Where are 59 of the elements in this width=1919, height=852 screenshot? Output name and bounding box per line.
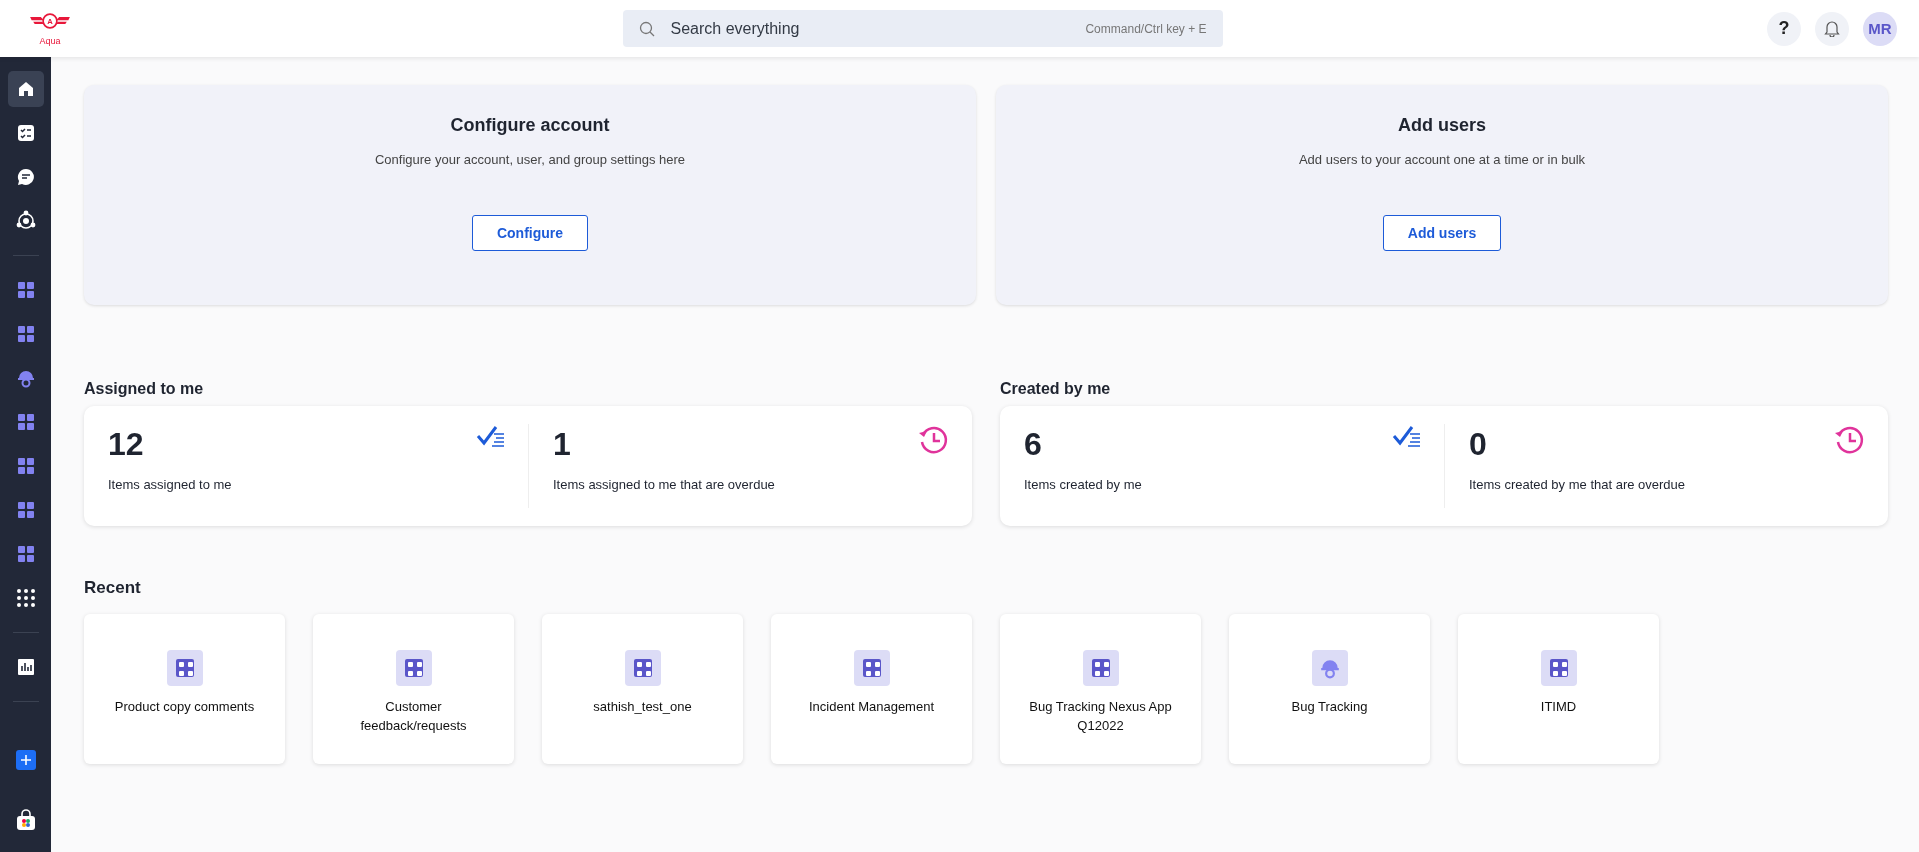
checklist-icon	[1392, 424, 1422, 448]
search-bar[interactable]: Search everything Command/Ctrl key + E	[622, 10, 1223, 47]
user-avatar[interactable]: MR	[1863, 11, 1897, 46]
grid-icon	[16, 545, 35, 563]
recent-app-card[interactable]: Customer feedback/requests	[313, 614, 514, 764]
stat-label: Items assigned to me that are overdue	[553, 477, 776, 492]
stat-value: 6	[1024, 426, 1042, 463]
card-description: Configure your account, user, and group settings here	[375, 152, 685, 167]
grid-icon	[16, 457, 35, 475]
card-button[interactable]: Configure	[471, 215, 589, 251]
grid-icon	[633, 659, 652, 677]
stat-value: 1	[553, 426, 571, 463]
recent-app-card[interactable]: Bug Tracking	[1229, 614, 1430, 764]
shortcut-hint: Command/Ctrl key + E	[1085, 21, 1207, 36]
card-title: Configure account	[450, 115, 610, 136]
recent-app-card[interactable]: Incident Management	[771, 614, 972, 764]
grid-icon	[404, 659, 423, 677]
checklist-icon	[476, 424, 506, 448]
stat-value: 12	[108, 426, 144, 463]
recent-app-card[interactable]: Bug Tracking Nexus App Q12022	[1000, 614, 1201, 764]
search-field[interactable]: Search everything	[668, 18, 1072, 39]
bell-icon	[1824, 20, 1840, 37]
card-description: Add users to your account one at a time or in bulk	[1298, 152, 1586, 167]
section-title: Created by me	[1000, 380, 1112, 398]
logo-text: Aqua	[39, 37, 61, 46]
sidebar-item[interactable]	[7, 71, 44, 107]
grid-icon	[16, 281, 35, 299]
grid-icon	[175, 659, 194, 677]
shopping-bag-icon	[15, 809, 36, 831]
card-button[interactable]: Add users	[1382, 215, 1502, 251]
stat-label: Items assigned to me	[108, 477, 233, 492]
home-icon	[16, 80, 35, 98]
help-button[interactable]: ?	[1767, 11, 1801, 46]
recent-app-card[interactable]: sathish_test_one	[542, 614, 743, 764]
grid-icon	[16, 325, 35, 343]
card-title: Add users	[1398, 115, 1486, 136]
recent-app-card[interactable]: Product copy comments	[84, 614, 285, 764]
notifications-button[interactable]	[1815, 11, 1849, 46]
chat-icon	[16, 168, 35, 186]
grid-icon	[1091, 659, 1110, 677]
search-icon	[638, 20, 655, 37]
clock-history-icon	[1834, 424, 1866, 456]
hub-icon	[14, 210, 37, 232]
dots-grid-icon	[16, 589, 35, 607]
grid-icon	[862, 659, 881, 677]
bar-chart-icon	[16, 658, 35, 676]
checklist-icon	[16, 124, 35, 142]
grid-icon	[1549, 659, 1568, 677]
plus-icon	[15, 750, 36, 770]
stat-label: Items created by me that are overdue	[1469, 477, 1687, 492]
section-title: Recent	[84, 578, 142, 598]
recent-app-card[interactable]: ITIMD	[1458, 614, 1659, 764]
section-title: Assigned to me	[84, 380, 205, 398]
grid-icon	[16, 501, 35, 519]
grid-icon	[16, 413, 35, 431]
stat-value: 0	[1469, 426, 1487, 463]
clock-history-icon	[918, 424, 950, 456]
stat-label: Items created by me	[1024, 477, 1143, 492]
logo: A	[22, 11, 78, 37]
